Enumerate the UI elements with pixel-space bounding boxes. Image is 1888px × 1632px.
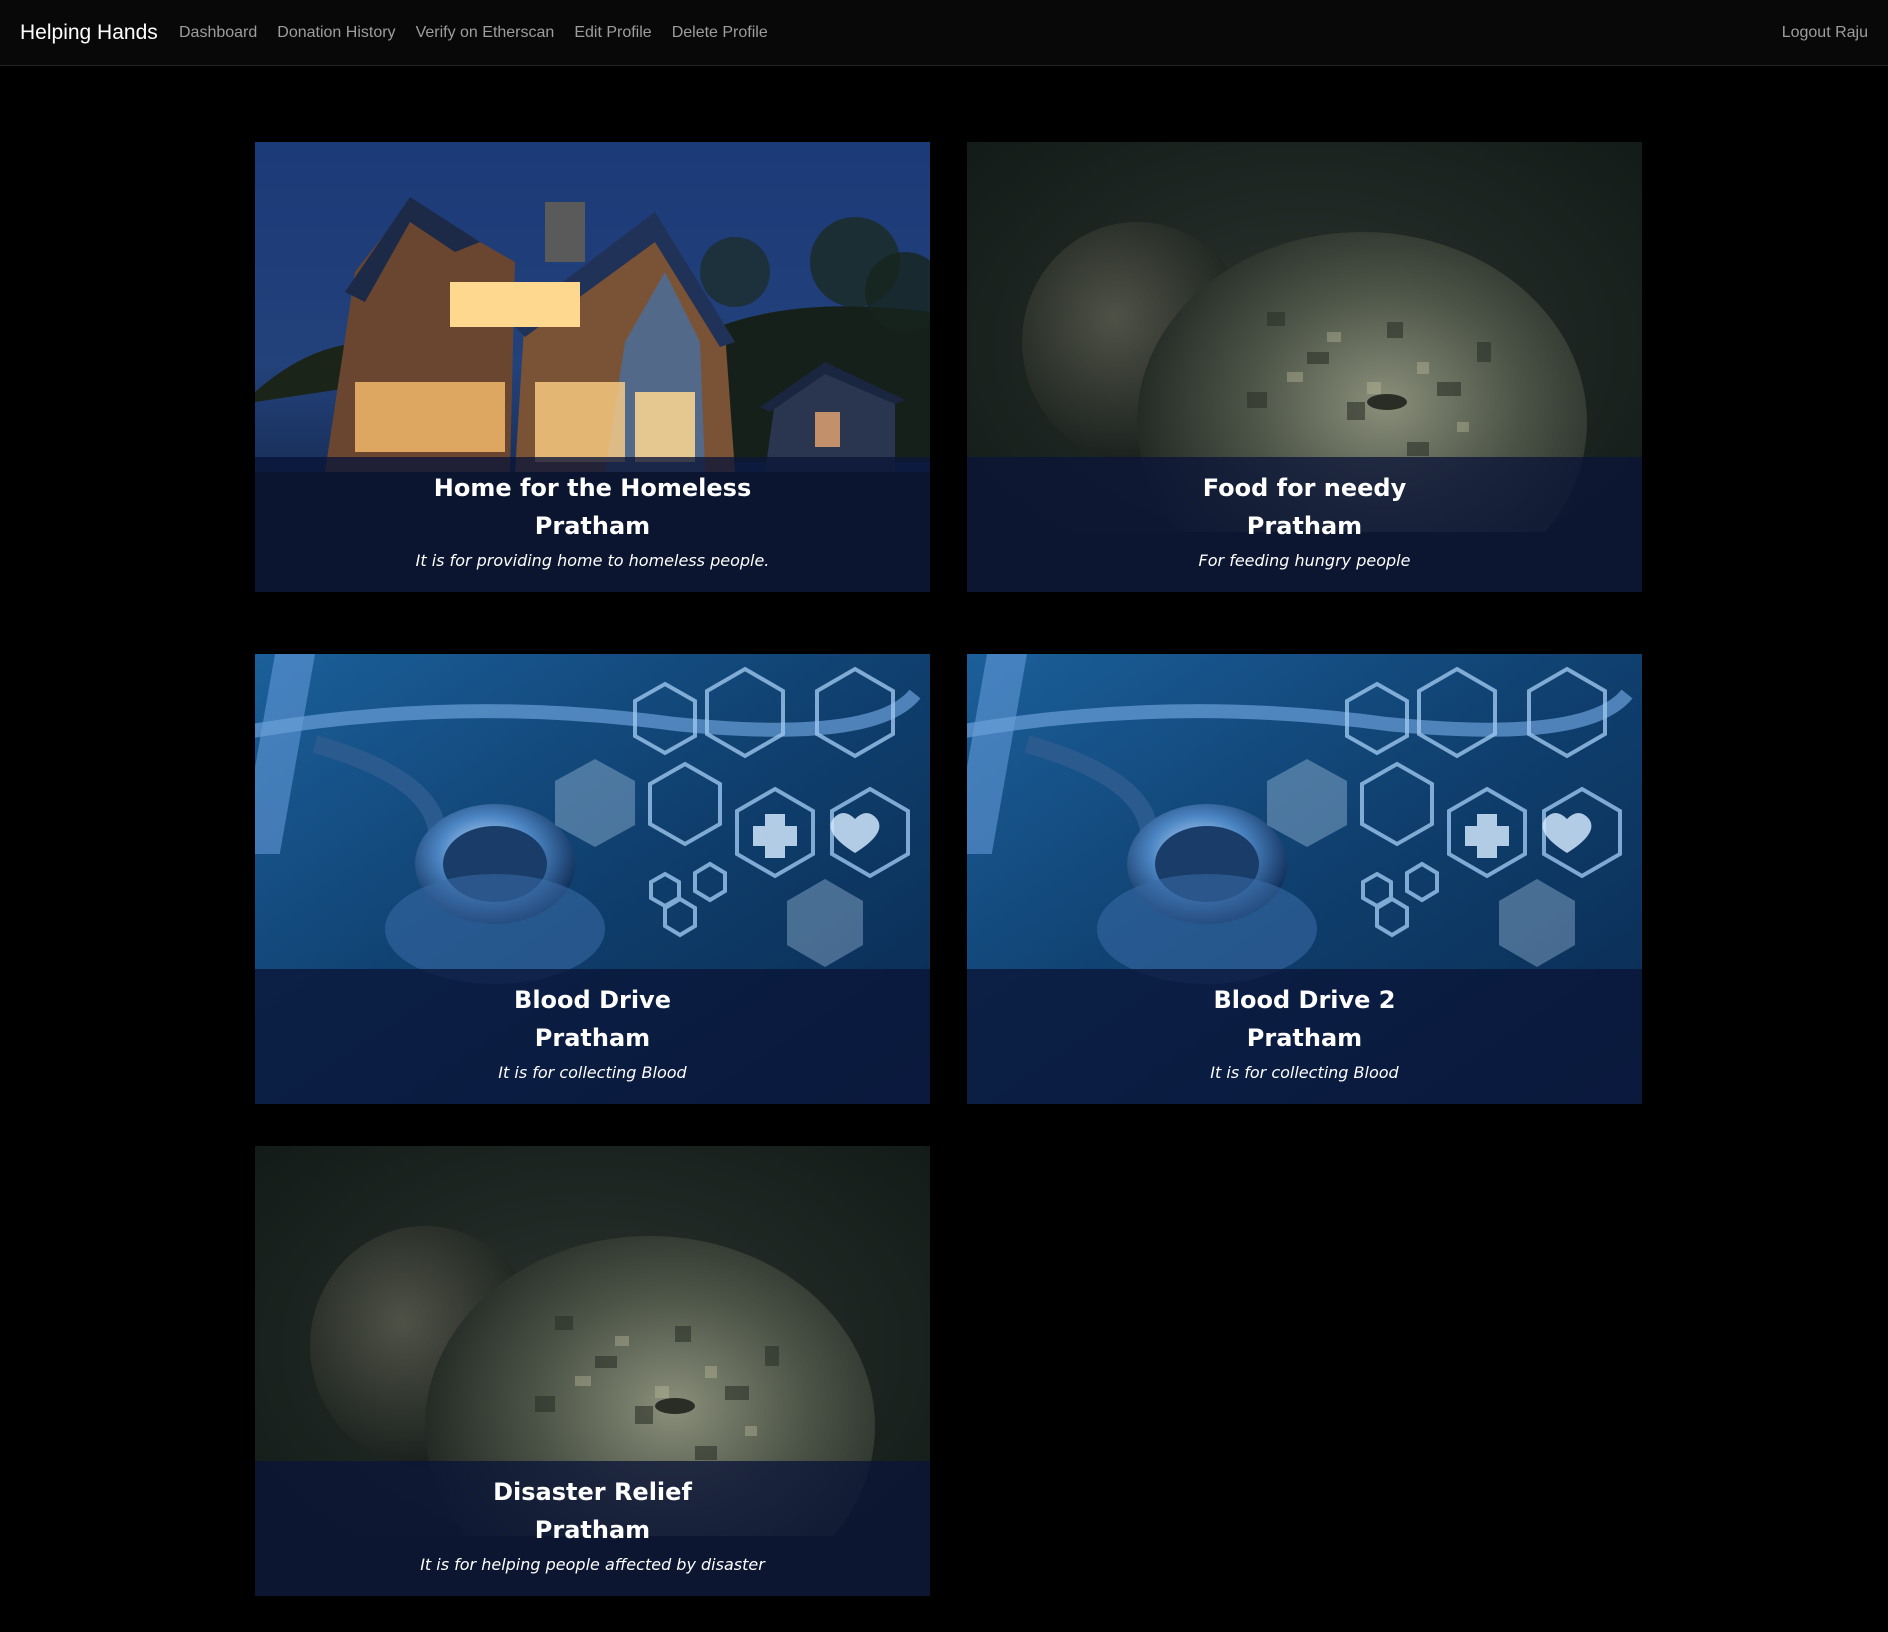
campaign-organization: Pratham bbox=[534, 512, 651, 540]
campaign-description: It is for collecting Blood bbox=[1210, 1063, 1399, 1082]
card-caption: Home for the Homeless Pratham It is for … bbox=[255, 457, 930, 592]
brand-logo[interactable]: Helping Hands bbox=[20, 20, 158, 46]
campaign-card[interactable]: Blood Drive Pratham It is for collecting… bbox=[255, 654, 930, 1104]
nav-donation-history[interactable]: Donation History bbox=[277, 22, 395, 44]
campaign-description: It is for collecting Blood bbox=[498, 1063, 687, 1082]
campaign-organization: Pratham bbox=[1246, 512, 1363, 540]
campaign-card[interactable]: Blood Drive 2 Pratham It is for collecti… bbox=[967, 654, 1642, 1104]
campaign-description: It is for providing home to homeless peo… bbox=[415, 551, 770, 570]
campaign-organization: Pratham bbox=[1246, 1024, 1363, 1052]
card-caption: Blood Drive 2 Pratham It is for collecti… bbox=[967, 969, 1642, 1104]
campaign-description: For feeding hungry people bbox=[1198, 551, 1411, 570]
campaign-title: Blood Drive 2 bbox=[1213, 986, 1396, 1014]
card-caption: Disaster Relief Pratham It is for helpin… bbox=[255, 1461, 930, 1596]
nav-delete-profile[interactable]: Delete Profile bbox=[672, 22, 768, 44]
campaign-description: It is for helping people affected by dis… bbox=[420, 1555, 765, 1574]
campaign-title: Home for the Homeless bbox=[433, 474, 752, 502]
nav-edit-profile[interactable]: Edit Profile bbox=[574, 22, 651, 44]
logout-link[interactable]: Logout Raju bbox=[1782, 22, 1868, 44]
nav-verify-etherscan[interactable]: Verify on Etherscan bbox=[416, 22, 555, 44]
campaign-card[interactable]: Home for the Homeless Pratham It is for … bbox=[255, 142, 930, 592]
card-caption: Food for needy Pratham For feeding hungr… bbox=[967, 457, 1642, 592]
campaign-title: Disaster Relief bbox=[493, 1478, 692, 1506]
campaign-title: Blood Drive bbox=[514, 986, 671, 1014]
campaign-organization: Pratham bbox=[534, 1024, 651, 1052]
campaign-organization: Pratham bbox=[534, 1516, 651, 1544]
top-navbar: Helping Hands Dashboard Donation History… bbox=[0, 0, 1888, 66]
nav-links: Dashboard Donation History Verify on Eth… bbox=[179, 22, 768, 44]
nav-dashboard[interactable]: Dashboard bbox=[179, 22, 257, 44]
campaign-card[interactable]: Food for needy Pratham For feeding hungr… bbox=[967, 142, 1642, 592]
card-caption: Blood Drive Pratham It is for collecting… bbox=[255, 969, 930, 1104]
campaign-card[interactable]: Disaster Relief Pratham It is for helpin… bbox=[255, 1146, 930, 1596]
campaign-title: Food for needy bbox=[1202, 474, 1407, 502]
